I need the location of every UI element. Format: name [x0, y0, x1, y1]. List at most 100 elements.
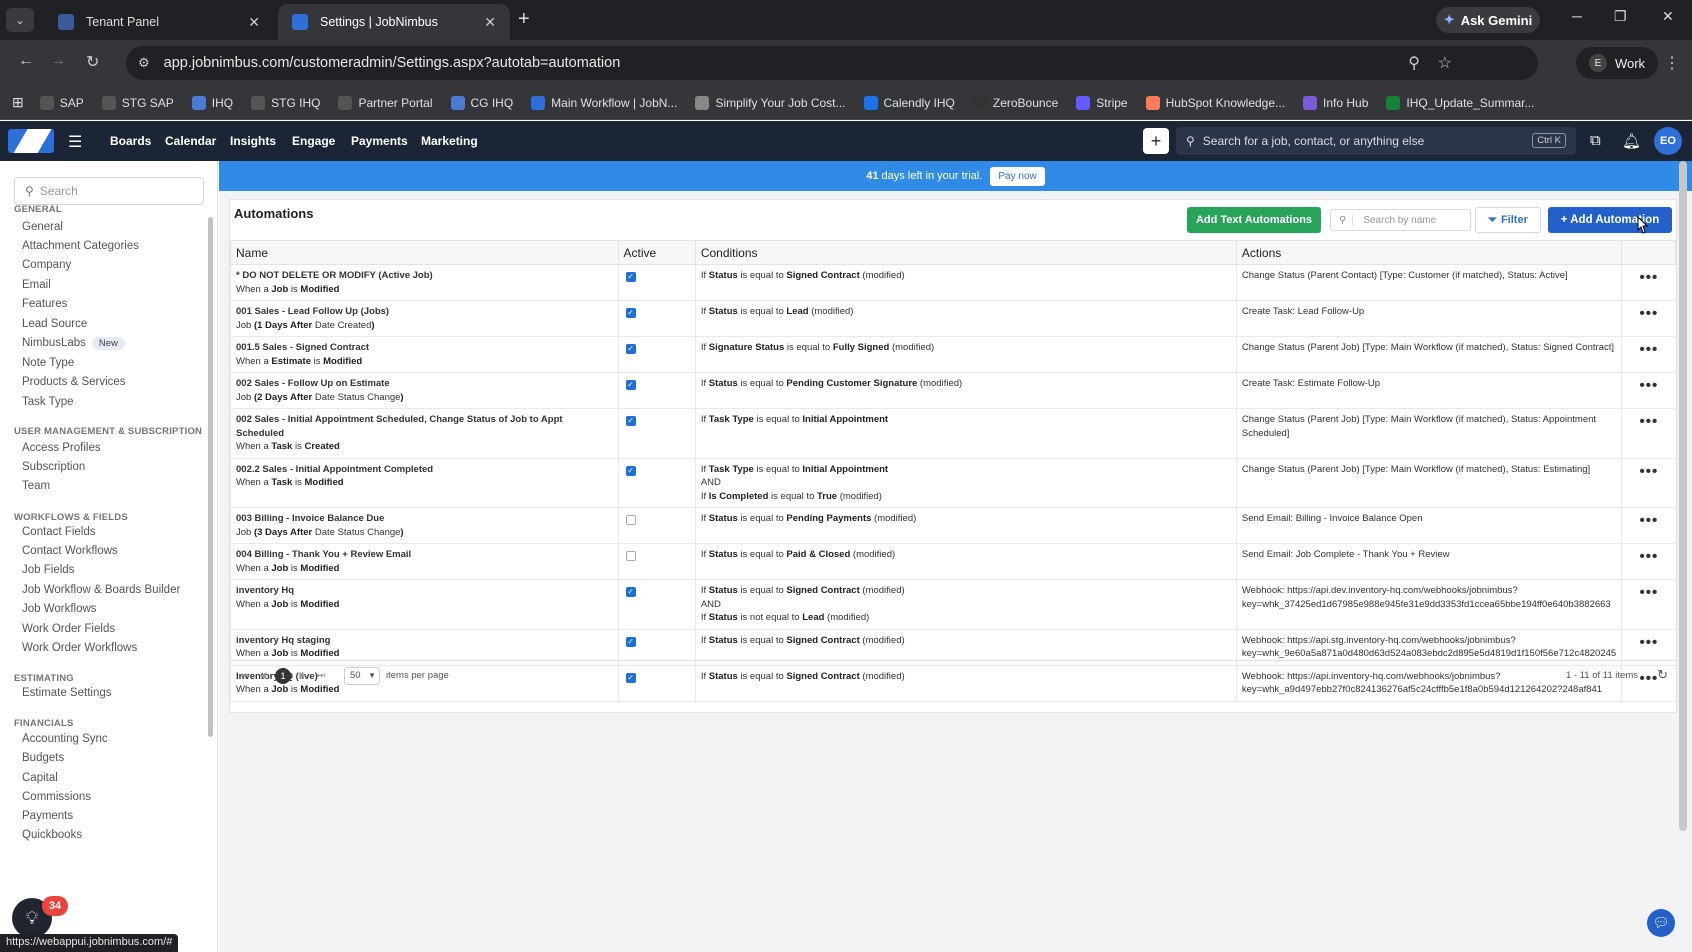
sidebar-item[interactable]: Payments — [22, 810, 73, 822]
table-row[interactable]: 004 Billing - Thank You + Review Email Wh… — [230, 543, 1676, 580]
prev-page-icon[interactable]: ◀ — [254, 670, 272, 681]
column-header-actions[interactable]: Actions — [1235, 240, 1623, 265]
apps-icon[interactable]: ⊞ — [12, 94, 24, 111]
active-checkbox[interactable]: ✓ — [625, 344, 636, 354]
next-page-icon[interactable]: ▶ — [294, 670, 312, 681]
current-page-button[interactable]: 1 — [275, 667, 291, 684]
bookmark-item[interactable]: HubSpot Knowledge... — [1145, 95, 1285, 110]
automation-name[interactable]: 001 Sales - Lead Follow Up (Jobs) — [236, 305, 613, 319]
bookmark-item[interactable]: IHQ_Update_Summar... — [1386, 95, 1534, 110]
sidebar-scrollbar[interactable] — [208, 217, 213, 737]
nav-boards[interactable]: Boards — [110, 134, 151, 148]
search-by-name-input[interactable]: ⚲ Search by name — [1330, 209, 1471, 231]
url-bar[interactable]: ⚙ app.jobnimbus.com/customeradmin/Settin… — [126, 46, 1538, 80]
automation-name[interactable]: 003 Billing - Invoice Balance Due — [236, 512, 613, 526]
column-header-conditions[interactable]: Conditions — [694, 240, 1237, 265]
bookmark-item[interactable]: IHQ — [191, 95, 233, 110]
sidebar-item[interactable]: Accounting Sync — [22, 733, 108, 745]
row-menu-icon[interactable]: ••• — [1621, 579, 1676, 630]
maximize-icon[interactable]: ❐ — [1614, 8, 1627, 25]
sidebar-item[interactable]: Job Fields — [22, 564, 74, 576]
jobnimbus-logo[interactable] — [8, 129, 54, 153]
sidebar-item[interactable]: Email — [22, 279, 51, 291]
automation-name[interactable]: 001.5 Sales - Signed Contract — [236, 341, 613, 355]
user-avatar[interactable]: EO — [1654, 127, 1682, 155]
table-row[interactable]: 002 Sales - Follow Up on Estimate Job (2 … — [230, 372, 1676, 409]
bookmark-item[interactable]: CG IHQ — [450, 95, 513, 110]
hamburger-menu-icon[interactable]: ☰ — [68, 132, 82, 152]
quick-add-button[interactable]: + — [1143, 128, 1169, 154]
add-automation-button[interactable]: + Add Automation — [1548, 207, 1672, 233]
sidebar-item[interactable]: Job Workflow & Boards Builder — [22, 584, 180, 596]
bookmark-item[interactable]: Info Hub — [1303, 95, 1368, 110]
browser-menu-icon[interactable]: ⋮ — [1664, 53, 1680, 73]
bookmark-item[interactable]: Partner Portal — [338, 95, 433, 110]
automation-name[interactable]: inventory Hq — [236, 584, 613, 598]
close-icon[interactable]: ✕ — [484, 14, 496, 31]
sidebar-item[interactable]: Job Workflows — [22, 603, 97, 615]
new-tab-icon[interactable]: + — [518, 8, 530, 31]
sidebar-item[interactable]: Task Type — [22, 396, 74, 408]
site-info-icon[interactable]: ⚙ — [138, 55, 150, 71]
table-row[interactable]: 001 Sales - Lead Follow Up (Jobs) Job (1 … — [230, 300, 1676, 337]
automation-name[interactable]: inventory Hq staging — [236, 634, 613, 648]
sidebar-item[interactable]: Lead Source — [22, 318, 87, 330]
browser-tab-settings[interactable]: Settings | JobNimbus ✕ — [278, 4, 510, 40]
bookmark-item[interactable]: STG SAP — [101, 95, 174, 110]
row-menu-icon[interactable]: ••• — [1621, 507, 1676, 544]
active-checkbox[interactable] — [625, 515, 636, 525]
sidebar-item[interactable]: Team — [22, 480, 50, 492]
notifications-bell-icon[interactable]: 🔔︎ — [1622, 132, 1641, 150]
chat-support-icon[interactable]: 💬︎ — [1647, 909, 1675, 937]
sidebar-item[interactable]: Note Type — [22, 357, 74, 369]
bookmark-item[interactable]: STG IHQ — [251, 95, 320, 110]
automation-name[interactable]: 002.2 Sales - Initial Appointment Comple… — [236, 463, 613, 477]
nav-payments[interactable]: Payments — [351, 134, 408, 148]
row-menu-icon[interactable]: ••• — [1621, 336, 1676, 373]
sidebar-item[interactable]: General — [22, 221, 63, 233]
sidebar-item[interactable]: Access Profiles — [22, 442, 101, 454]
filter-button[interactable]: ⏷ Filter — [1475, 207, 1541, 233]
nav-engage[interactable]: Engage — [292, 134, 335, 148]
sidebar-search-input[interactable]: ⚲ Search — [14, 177, 204, 205]
forward-icon[interactable]: → — [50, 52, 66, 70]
refresh-icon[interactable]: ↻ — [1657, 667, 1668, 683]
pay-now-button[interactable]: Pay now — [990, 166, 1045, 186]
automation-name[interactable]: 002 Sales - Initial Appointment Schedule… — [236, 413, 613, 440]
bookmark-item[interactable]: SAP — [39, 95, 84, 110]
active-checkbox[interactable]: ✓ — [625, 636, 636, 647]
active-checkbox[interactable]: ✓ — [625, 272, 636, 282]
active-checkbox[interactable]: ✓ — [625, 587, 636, 597]
table-row[interactable]: inventory Hq When a Job is Modified ✓ If St… — [230, 579, 1676, 630]
tab-search-button[interactable]: ⌄ — [6, 8, 34, 32]
profile-button[interactable]: E Work — [1576, 47, 1658, 79]
browser-tab-tenant-panel[interactable]: Tenant Panel ✕ — [44, 4, 274, 40]
sidebar-item[interactable]: Commissions — [22, 791, 91, 803]
sidebar-item[interactable]: Work Order Workflows — [22, 642, 137, 654]
active-checkbox[interactable] — [625, 551, 636, 561]
first-page-icon[interactable]: ⏮ — [236, 670, 254, 681]
row-menu-icon[interactable]: ••• — [1621, 408, 1676, 459]
back-icon[interactable]: ← — [18, 52, 34, 70]
column-header-name[interactable]: Name — [230, 240, 619, 265]
sidebar-item[interactable]: Work Order Fields — [22, 623, 115, 635]
column-header-active[interactable]: Active — [617, 240, 696, 265]
automation-name[interactable]: * DO NOT DELETE OR MODIFY (Active Job) — [236, 269, 613, 283]
active-checkbox[interactable]: ✓ — [625, 380, 636, 390]
page-scrollbar[interactable] — [1679, 161, 1687, 831]
table-row[interactable]: 001.5 Sales - Signed Contract When a Esti… — [230, 336, 1676, 373]
table-row[interactable]: 002 Sales - Initial Appointment Schedule… — [230, 408, 1676, 459]
active-checkbox[interactable]: ✓ — [625, 465, 636, 476]
sidebar-item[interactable]: Capital — [22, 772, 58, 784]
sidebar-item[interactable]: Company — [22, 259, 71, 271]
active-checkbox[interactable]: ✓ — [625, 416, 636, 426]
sidebar-item[interactable]: Quickbooks — [22, 829, 82, 841]
close-icon[interactable]: ✕ — [248, 14, 260, 31]
row-menu-icon[interactable]: ••• — [1621, 458, 1676, 508]
automation-name[interactable]: 004 Billing - Thank You + Review Email — [236, 548, 613, 562]
table-row[interactable]: * DO NOT DELETE OR MODIFY (Active Job) Wh… — [230, 264, 1676, 301]
reload-icon[interactable]: ↻ — [86, 52, 99, 72]
sidebar-item[interactable]: Contact Fields — [22, 526, 96, 538]
sidebar-item[interactable]: Estimate Settings — [22, 687, 111, 699]
row-menu-icon[interactable]: ••• — [1621, 300, 1676, 337]
